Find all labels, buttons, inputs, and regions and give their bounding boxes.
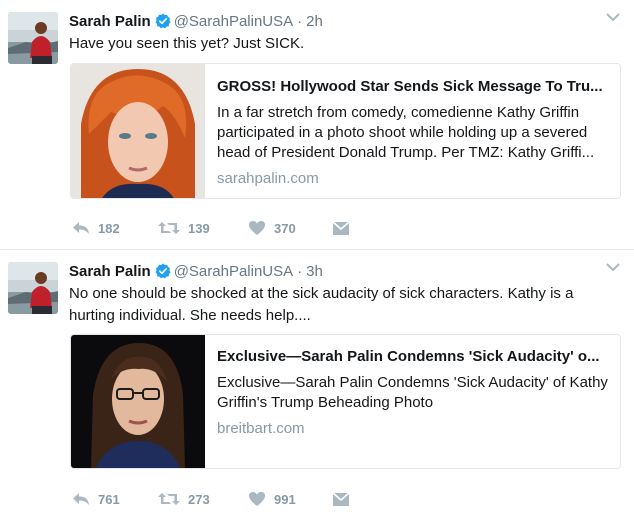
envelope-icon (332, 491, 350, 506)
separator: · (297, 262, 303, 280)
reply-count: 182 (98, 220, 120, 236)
retweet-icon (158, 222, 180, 234)
avatar[interactable] (8, 262, 58, 314)
tweet[interactable]: Sarah Palin @SarahPalinUSA · 3h No one s… (0, 250, 634, 520)
timestamp[interactable]: 3h (306, 263, 323, 280)
author-name[interactable]: Sarah Palin (69, 263, 151, 280)
card-image (71, 335, 205, 468)
card-title[interactable]: Exclusive—Sarah Palin Condemns 'Sick Aud… (217, 347, 610, 367)
card-domain: breitbart.com (217, 420, 305, 437)
reply-button[interactable]: 761 (72, 491, 158, 507)
card-description: Exclusive—Sarah Palin Condemns 'Sick Aud… (217, 374, 608, 411)
card-title[interactable]: GROSS! Hollywood Star Sends Sick Message… (217, 77, 610, 97)
direct-message-button[interactable] (332, 220, 350, 236)
chevron-down-icon[interactable] (606, 262, 620, 272)
author-handle[interactable]: @SarahPalinUSA (174, 263, 293, 280)
chevron-down-icon[interactable] (606, 12, 620, 22)
card-description: In a far stretch from comedy, comedienne… (217, 104, 595, 161)
link-card[interactable]: GROSS! Hollywood Star Sends Sick Message… (70, 63, 621, 199)
avatar[interactable] (8, 12, 58, 64)
like-button[interactable]: 370 (248, 220, 332, 236)
card-domain: sarahpalin.com (217, 170, 319, 187)
direct-message-button[interactable] (332, 491, 350, 507)
tweet-actions: 182 139 370 (72, 218, 350, 238)
tweet-text: Have you seen this yet? Just SICK. (69, 35, 305, 52)
author-name[interactable]: Sarah Palin (69, 13, 151, 30)
tweet-actions: 761 273 991 (72, 489, 350, 509)
reply-icon (73, 493, 89, 505)
like-count: 370 (274, 220, 296, 236)
tweet[interactable]: Sarah Palin @SarahPalinUSA · 2h Have you… (0, 0, 634, 250)
reply-button[interactable]: 182 (72, 220, 158, 236)
separator: · (297, 12, 303, 30)
envelope-icon (332, 220, 350, 235)
retweet-count: 139 (188, 220, 210, 236)
retweet-button[interactable]: 139 (158, 220, 248, 236)
heart-icon (249, 221, 265, 235)
retweet-icon (158, 493, 180, 505)
reply-icon (73, 222, 89, 234)
heart-icon (249, 492, 265, 506)
timestamp[interactable]: 2h (306, 13, 323, 30)
author-handle[interactable]: @SarahPalinUSA (174, 13, 293, 30)
card-image (71, 64, 205, 198)
link-card[interactable]: Exclusive—Sarah Palin Condemns 'Sick Aud… (70, 334, 621, 469)
tweet-text: No one should be shocked at the sick aud… (69, 285, 574, 324)
verified-badge-icon (155, 13, 171, 29)
verified-badge-icon (155, 263, 171, 279)
reply-count: 761 (98, 491, 120, 507)
like-button[interactable]: 991 (248, 491, 332, 507)
like-count: 991 (274, 491, 296, 507)
retweet-button[interactable]: 273 (158, 491, 248, 507)
retweet-count: 273 (188, 491, 210, 507)
